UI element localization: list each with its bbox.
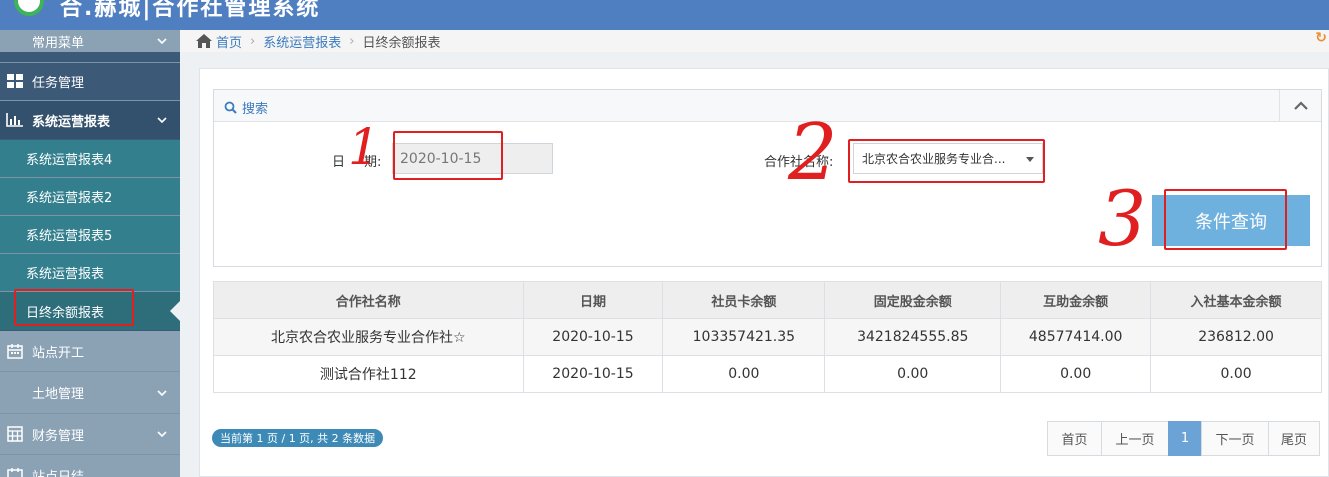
table-row[interactable]: 测试合作社112 2020-10-15 0.00 0.00 0.00 0.00 [213,355,1322,393]
table-cell: 测试合作社112 [213,355,524,393]
chevron-down-icon [157,117,167,124]
table-cell: 0.00 [1000,355,1152,393]
breadcrumb-parent-link[interactable]: 系统运营报表 [263,32,341,51]
dashboard-icon [4,74,26,88]
table-header-row: 合作社名称 日期 社员卡余额 固定股金余额 互助金余额 入社基本金余额 [213,281,1322,319]
active-indicator [170,301,180,321]
chevron-up-icon [1293,100,1308,110]
column-header[interactable]: 日期 [522,281,664,319]
last-page-button[interactable]: 尾页 [1268,421,1320,456]
sidebar-item-label: 系统运营报表2 [26,191,113,206]
sidebar-item-label: 常用菜单 [32,35,85,51]
collapse-button[interactable] [1279,90,1321,121]
table-cell: 103357421.35 [662,318,826,356]
breadcrumb: 首页 › 系统运营报表 › 日终余额报表 [180,30,1329,52]
annotation-number-2: 2 [788,108,838,198]
breadcrumb-home-link[interactable]: 首页 [216,32,242,51]
sidebar-item-label: 系统运营报表 [32,114,111,130]
sidebar-item-label: 站点日结 [32,469,85,477]
logo-icon [14,0,44,16]
column-header[interactable]: 入社基本金余额 [1150,281,1322,319]
calendar-icon [4,467,26,477]
page-info-badge: 当前第 1 页 / 1 页, 共 2 条数据 [212,429,384,447]
refresh-icon[interactable]: ↻ [1315,30,1327,46]
annotation-box-query [1164,189,1287,250]
table-cell: 48577414.00 [1000,318,1152,356]
sidebar-item-label: 站点开工 [32,345,85,361]
table-cell: 2020-10-15 [522,318,664,356]
calculator-icon [4,426,26,442]
sidebar-item-tasks[interactable]: 任务管理 [0,63,180,99]
top-header: 合.赫城|合作社管理系统 [0,0,1329,30]
column-header[interactable]: 社员卡余额 [662,281,826,319]
sidebar-item-label: 系统运营报表5 [26,229,113,244]
chevron-down-icon [157,431,167,438]
home-icon [196,34,212,48]
app-title: 合.赫城|合作社管理系统 [60,0,321,21]
column-header[interactable]: 固定股金余额 [824,281,1002,319]
sidebar-item-label: 任务管理 [32,75,85,91]
sidebar-item-ops-report-5[interactable]: 系统运营报表5 [0,216,180,253]
chevron-down-icon [157,389,167,396]
breadcrumb-separator-icon: › [250,33,256,49]
sidebar-item-ops-reports[interactable]: 系统运营报表 [0,101,180,139]
sidebar-item-land-management[interactable]: 土地管理 [0,372,180,413]
table-cell: 北京农合农业服务专业合作社☆ [213,318,524,356]
search-title: 搜索 [224,98,268,117]
search-panel-header: 搜索 [214,90,1321,122]
sidebar-item-favorites[interactable]: 常用菜单 [0,30,180,52]
next-page-button[interactable]: 下一页 [1201,421,1269,456]
annotation-box-date [393,131,503,180]
pagination: 首页 上一页 1 下一页 尾页 [1047,421,1320,456]
sidebar-item-label: 土地管理 [32,387,85,402]
table-cell: 2020-10-15 [522,355,664,393]
annotation-number-3: 3 [1098,174,1147,263]
sidebar: 常用菜单 任务管理 系统运营报表 系统运营报表4 系统运营报表2 系统运营报表5… [0,30,180,477]
results-table: 合作社名称 日期 社员卡余额 固定股金余额 互助金余额 入社基本金余额 北京农合… [213,281,1322,393]
sidebar-item-ops-report[interactable]: 系统运营报表 [0,254,180,291]
sidebar-item-ops-report-2[interactable]: 系统运营报表2 [0,178,180,215]
column-header[interactable]: 互助金余额 [1000,281,1152,319]
search-title-label: 搜索 [242,102,269,117]
table-cell: 3421824555.85 [824,318,1002,356]
table-row[interactable]: 北京农合农业服务专业合作社☆ 2020-10-15 103357421.35 3… [213,318,1322,356]
bar-chart-icon [4,113,26,127]
breadcrumb-current: 日终余额报表 [362,35,441,51]
annotation-number-1: 1 [348,118,380,176]
annotation-box-menu [14,289,134,326]
current-page-button[interactable]: 1 [1168,421,1202,456]
sidebar-item-label: 系统运营报表4 [26,153,113,168]
sidebar-item-label: 财务管理 [32,428,85,444]
sidebar-item-ops-report-4[interactable]: 系统运营报表4 [0,140,180,177]
chevron-down-icon [157,38,167,45]
table-cell: 0.00 [824,355,1002,393]
date-label-a: 日 [332,155,346,170]
sidebar-item-finance[interactable]: 财务管理 [0,414,180,454]
calendar-icon [4,343,26,359]
table-cell: 0.00 [662,355,826,393]
first-page-button[interactable]: 首页 [1047,421,1102,456]
table-cell: 0.00 [1150,355,1322,393]
search-icon [224,101,237,114]
sidebar-item-label: 系统运营报表 [26,267,105,282]
column-header[interactable]: 合作社名称 [213,281,524,319]
annotation-box-coop [848,139,1045,183]
prev-page-button[interactable]: 上一页 [1101,421,1169,456]
breadcrumb-separator-icon: › [349,33,355,49]
sidebar-item-site-daily-close[interactable]: 站点日结 [0,455,180,477]
table-cell: 236812.00 [1150,318,1322,356]
sidebar-item-site-start[interactable]: 站点开工 [0,331,180,371]
